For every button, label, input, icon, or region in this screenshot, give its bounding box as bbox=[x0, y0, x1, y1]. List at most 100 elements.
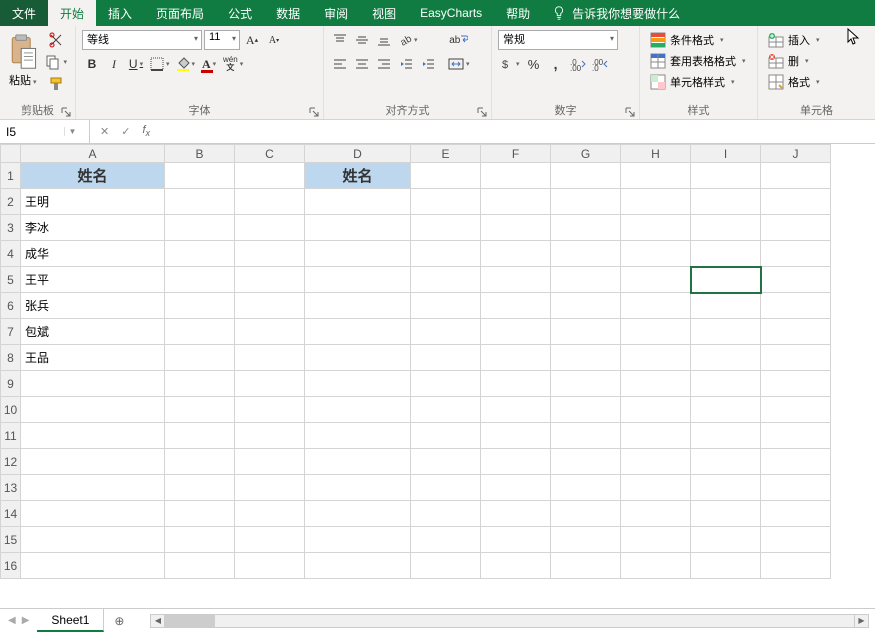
cell-I3[interactable] bbox=[691, 215, 761, 241]
cell-D14[interactable] bbox=[305, 501, 411, 527]
cell-C4[interactable] bbox=[235, 241, 305, 267]
cell-D8[interactable] bbox=[305, 345, 411, 371]
copy-button[interactable] bbox=[43, 52, 69, 72]
cell-B5[interactable] bbox=[165, 267, 235, 293]
cell-I14[interactable] bbox=[691, 501, 761, 527]
align-bottom-button[interactable] bbox=[374, 30, 394, 50]
cell-I8[interactable] bbox=[691, 345, 761, 371]
cell-E7[interactable] bbox=[411, 319, 481, 345]
cell-J9[interactable] bbox=[761, 371, 831, 397]
cell-J16[interactable] bbox=[761, 553, 831, 579]
cell-A12[interactable] bbox=[21, 449, 165, 475]
border-button[interactable] bbox=[148, 54, 172, 74]
cell-E3[interactable] bbox=[411, 215, 481, 241]
cell-I9[interactable] bbox=[691, 371, 761, 397]
orientation-button[interactable]: ab bbox=[396, 30, 420, 50]
cell-C6[interactable] bbox=[235, 293, 305, 319]
cell-B11[interactable] bbox=[165, 423, 235, 449]
cell-D5[interactable] bbox=[305, 267, 411, 293]
cell-D16[interactable] bbox=[305, 553, 411, 579]
cell-F4[interactable] bbox=[481, 241, 551, 267]
cell-J12[interactable] bbox=[761, 449, 831, 475]
cell-I16[interactable] bbox=[691, 553, 761, 579]
align-right-button[interactable] bbox=[374, 54, 394, 74]
cell-H10[interactable] bbox=[621, 397, 691, 423]
cell-B2[interactable] bbox=[165, 189, 235, 215]
col-header-H[interactable]: H bbox=[621, 145, 691, 163]
cell-J13[interactable] bbox=[761, 475, 831, 501]
cell-C12[interactable] bbox=[235, 449, 305, 475]
cell-J14[interactable] bbox=[761, 501, 831, 527]
cell-A15[interactable] bbox=[21, 527, 165, 553]
format-cells-button[interactable]: 格式 bbox=[764, 72, 869, 92]
cell-G16[interactable] bbox=[551, 553, 621, 579]
cell-F12[interactable] bbox=[481, 449, 551, 475]
tab-home[interactable]: 开始 bbox=[48, 0, 96, 26]
bold-button[interactable]: B bbox=[82, 54, 102, 74]
number-format-select[interactable]: 常规 bbox=[498, 30, 618, 50]
cell-F9[interactable] bbox=[481, 371, 551, 397]
add-sheet-button[interactable]: ⊕ bbox=[104, 609, 134, 632]
cell-G12[interactable] bbox=[551, 449, 621, 475]
cell-D15[interactable] bbox=[305, 527, 411, 553]
cell-F5[interactable] bbox=[481, 267, 551, 293]
cell-J10[interactable] bbox=[761, 397, 831, 423]
increase-indent-button[interactable] bbox=[418, 54, 438, 74]
cell-B4[interactable] bbox=[165, 241, 235, 267]
cell-C1[interactable] bbox=[235, 163, 305, 189]
row-header[interactable]: 3 bbox=[1, 215, 21, 241]
cell-C5[interactable] bbox=[235, 267, 305, 293]
cell-C8[interactable] bbox=[235, 345, 305, 371]
row-header[interactable]: 1 bbox=[1, 163, 21, 189]
delete-cells-button[interactable]: 删 bbox=[764, 51, 869, 71]
col-header-A[interactable]: A bbox=[21, 145, 165, 163]
col-header-F[interactable]: F bbox=[481, 145, 551, 163]
cell-J11[interactable] bbox=[761, 423, 831, 449]
cell-F2[interactable] bbox=[481, 189, 551, 215]
cell-G15[interactable] bbox=[551, 527, 621, 553]
cell-D7[interactable] bbox=[305, 319, 411, 345]
cut-button[interactable] bbox=[43, 30, 69, 50]
cell-A1[interactable]: 姓名 bbox=[21, 163, 165, 189]
cell-H16[interactable] bbox=[621, 553, 691, 579]
cell-E16[interactable] bbox=[411, 553, 481, 579]
cell-F15[interactable] bbox=[481, 527, 551, 553]
cell-D2[interactable] bbox=[305, 189, 411, 215]
font-color-button[interactable]: A bbox=[199, 54, 219, 74]
cell-I7[interactable] bbox=[691, 319, 761, 345]
cell-C10[interactable] bbox=[235, 397, 305, 423]
cell-H13[interactable] bbox=[621, 475, 691, 501]
cell-E13[interactable] bbox=[411, 475, 481, 501]
col-header-C[interactable]: C bbox=[235, 145, 305, 163]
cell-G4[interactable] bbox=[551, 241, 621, 267]
decrease-decimal-button[interactable]: .00.0 bbox=[590, 54, 610, 74]
row-header[interactable]: 14 bbox=[1, 501, 21, 527]
cell-E14[interactable] bbox=[411, 501, 481, 527]
cell-H11[interactable] bbox=[621, 423, 691, 449]
cell-B13[interactable] bbox=[165, 475, 235, 501]
cell-J4[interactable] bbox=[761, 241, 831, 267]
cell-D3[interactable] bbox=[305, 215, 411, 241]
percent-button[interactable]: % bbox=[524, 54, 544, 74]
tab-easycharts[interactable]: EasyCharts bbox=[408, 0, 494, 26]
increase-decimal-button[interactable]: .0.00 bbox=[568, 54, 588, 74]
cell-D12[interactable] bbox=[305, 449, 411, 475]
col-header-G[interactable]: G bbox=[551, 145, 621, 163]
cell-I15[interactable] bbox=[691, 527, 761, 553]
tab-formulas[interactable]: 公式 bbox=[216, 0, 264, 26]
cell-B1[interactable] bbox=[165, 163, 235, 189]
cell-H4[interactable] bbox=[621, 241, 691, 267]
insert-function-button[interactable]: fx bbox=[142, 124, 150, 138]
sheet-nav-next[interactable]: ▶ bbox=[22, 615, 30, 626]
cell-F1[interactable] bbox=[481, 163, 551, 189]
comma-button[interactable]: , bbox=[546, 54, 566, 74]
cell-F7[interactable] bbox=[481, 319, 551, 345]
row-header[interactable]: 5 bbox=[1, 267, 21, 293]
cancel-formula-button[interactable]: ✕ bbox=[100, 125, 109, 138]
cell-D10[interactable] bbox=[305, 397, 411, 423]
alignment-launcher-icon[interactable] bbox=[477, 107, 487, 117]
cell-H12[interactable] bbox=[621, 449, 691, 475]
cell-A6[interactable]: 张兵 bbox=[21, 293, 165, 319]
cell-E12[interactable] bbox=[411, 449, 481, 475]
cell-A3[interactable]: 李冰 bbox=[21, 215, 165, 241]
